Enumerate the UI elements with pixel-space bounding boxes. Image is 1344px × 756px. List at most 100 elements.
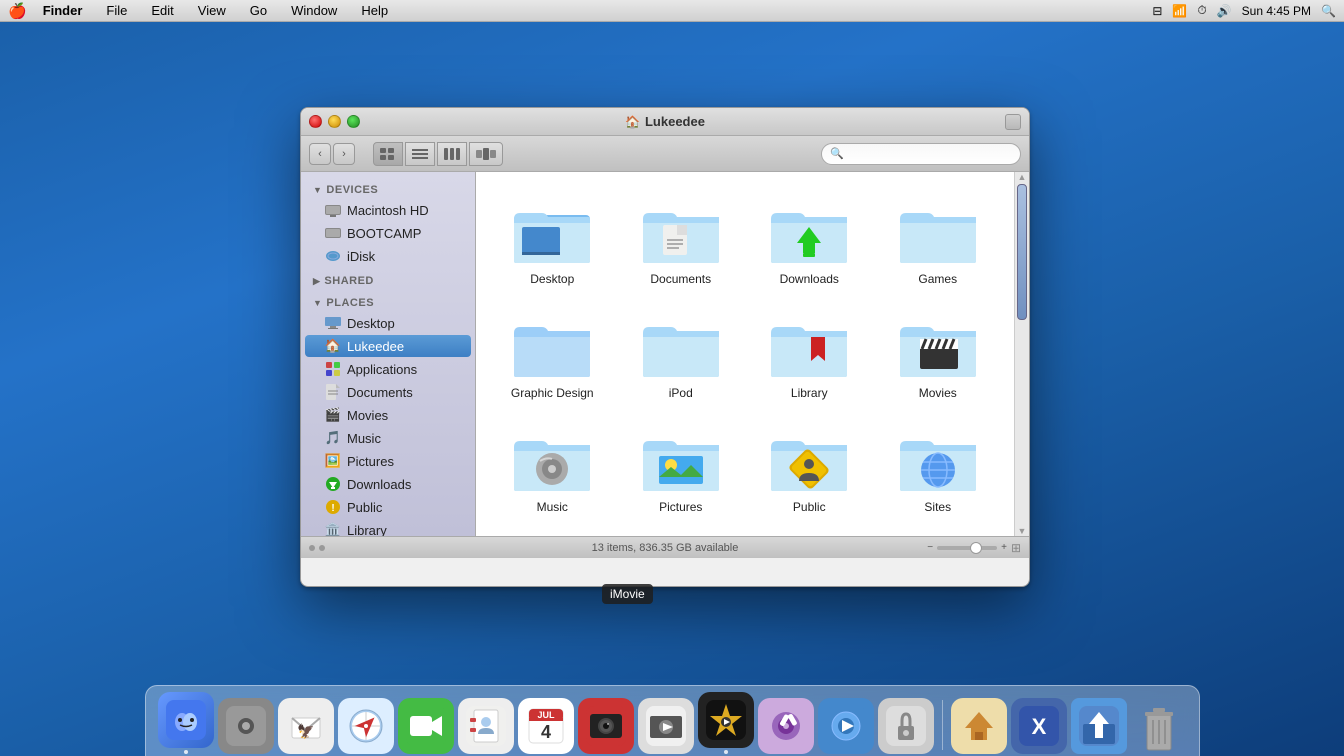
movies-file-label: Movies bbox=[919, 386, 957, 400]
file-item-graphicdesign[interactable]: Graphic Design bbox=[492, 302, 613, 408]
sidebar-item-desktop[interactable]: Desktop bbox=[305, 312, 471, 334]
forward-button[interactable]: › bbox=[333, 143, 355, 165]
menu-go[interactable]: Go bbox=[246, 3, 271, 18]
menu-file[interactable]: File bbox=[102, 3, 131, 18]
library-icon: 🏛️ bbox=[325, 522, 341, 536]
dock-item-facetime[interactable] bbox=[398, 698, 454, 754]
sidebar-item-bootcamp[interactable]: BOOTCAMP bbox=[305, 222, 471, 244]
menu-window[interactable]: Window bbox=[287, 3, 341, 18]
maximize-button[interactable] bbox=[347, 115, 360, 128]
svg-text:!: ! bbox=[331, 503, 334, 514]
facetime-dock-icon bbox=[398, 698, 454, 754]
menubar-timemachine-icon[interactable]: ⏱ bbox=[1197, 3, 1206, 18]
file-item-downloads[interactable]: Downloads bbox=[749, 188, 870, 294]
dock-item-xcode[interactable]: X bbox=[1011, 698, 1067, 754]
menu-finder[interactable]: Finder bbox=[39, 3, 87, 18]
window-controls bbox=[309, 115, 360, 128]
downloads-file-label: Downloads bbox=[780, 272, 839, 286]
dock-item-imovie[interactable] bbox=[698, 692, 754, 754]
lukeedee-icon: 🏠 bbox=[325, 338, 341, 354]
minimize-button[interactable] bbox=[328, 115, 341, 128]
sidebar-item-documents[interactable]: Documents bbox=[305, 381, 471, 403]
sidebar-item-library[interactable]: 🏛️ Library bbox=[305, 519, 471, 536]
sidebar-item-public[interactable]: ! Public bbox=[305, 496, 471, 518]
desktop-label: Desktop bbox=[347, 316, 395, 331]
back-button[interactable]: ‹ bbox=[309, 143, 331, 165]
zoom-thumb[interactable] bbox=[970, 542, 982, 554]
column-view-button[interactable] bbox=[437, 142, 467, 166]
svg-text:JUL: JUL bbox=[537, 710, 555, 720]
dock-item-downloads-stack[interactable] bbox=[1071, 698, 1127, 754]
dock-item-ical[interactable]: JUL 4 bbox=[518, 698, 574, 754]
dock-item-screenflow[interactable] bbox=[638, 698, 694, 754]
finder-dock-dot bbox=[184, 750, 188, 754]
resize-handle-icon[interactable]: ⊞ bbox=[1011, 541, 1021, 555]
file-grid: Desktop bbox=[492, 188, 998, 522]
menu-edit[interactable]: Edit bbox=[147, 3, 177, 18]
file-item-ipod[interactable]: iPod bbox=[621, 302, 742, 408]
home-icon: 🏠 bbox=[625, 115, 640, 129]
menu-view[interactable]: View bbox=[194, 3, 230, 18]
window-collapse-button[interactable] bbox=[1005, 114, 1021, 130]
list-view-button[interactable] bbox=[405, 142, 435, 166]
file-item-movies[interactable]: Movies bbox=[878, 302, 999, 408]
file-item-public[interactable]: Public bbox=[749, 416, 870, 522]
home-dock-icon bbox=[951, 698, 1007, 754]
sidebar-item-pictures[interactable]: 🖼️ Pictures bbox=[305, 450, 471, 472]
dock-item-home[interactable] bbox=[951, 698, 1007, 754]
menubar-wifi-icon[interactable]: 📶 bbox=[1172, 4, 1187, 18]
zoom-slider[interactable] bbox=[937, 546, 997, 550]
search-icon: 🔍 bbox=[830, 147, 844, 160]
dock-item-itunes[interactable] bbox=[758, 698, 814, 754]
file-item-games[interactable]: Games bbox=[878, 188, 999, 294]
dock-item-trash[interactable] bbox=[1131, 698, 1187, 754]
apple-menu[interactable]: 🍎 bbox=[8, 2, 27, 20]
file-item-sites[interactable]: Sites bbox=[878, 416, 999, 522]
pictures-folder-icon bbox=[641, 424, 721, 494]
dock-item-quicktime[interactable] bbox=[818, 698, 874, 754]
coverflow-view-button[interactable] bbox=[469, 142, 503, 166]
file-item-pictures[interactable]: Pictures bbox=[621, 416, 742, 522]
sidebar-item-lukeedee[interactable]: 🏠 Lukeedee bbox=[305, 335, 471, 357]
sidebar-item-idisk[interactable]: iDisk bbox=[305, 245, 471, 267]
menubar-search-icon[interactable]: 🔍 bbox=[1321, 4, 1336, 18]
window-title-text: Lukeedee bbox=[645, 114, 705, 129]
icon-view-button[interactable] bbox=[373, 142, 403, 166]
file-item-music[interactable]: Music bbox=[492, 416, 613, 522]
macintoshhd-label: Macintosh HD bbox=[347, 203, 429, 218]
dock-item-addressbook[interactable] bbox=[458, 698, 514, 754]
sidebar-item-movies[interactable]: 🎬 Movies bbox=[305, 404, 471, 426]
documents-file-label: Documents bbox=[650, 272, 711, 286]
file-item-library[interactable]: Library bbox=[749, 302, 870, 408]
dock-item-keychain[interactable] bbox=[878, 698, 934, 754]
close-button[interactable] bbox=[309, 115, 322, 128]
scrollbar[interactable]: ▲ ▼ bbox=[1014, 172, 1029, 536]
sidebar-item-music[interactable]: 🎵 Music bbox=[305, 427, 471, 449]
zoom-plus-icon: + bbox=[1001, 542, 1007, 553]
bootcamp-icon bbox=[325, 225, 341, 241]
menu-help[interactable]: Help bbox=[357, 3, 392, 18]
menubar-volume-icon[interactable]: 🔊 bbox=[1217, 4, 1232, 18]
file-item-desktop[interactable]: Desktop bbox=[492, 188, 613, 294]
devices-section-header[interactable]: DEVICES bbox=[301, 180, 475, 198]
search-box[interactable]: 🔍 bbox=[821, 143, 1021, 165]
dock-item-sysprefs[interactable] bbox=[218, 698, 274, 754]
main-content: DEVICES Macintosh HD BOOTCAMP bbox=[301, 172, 1029, 536]
sidebar-item-downloads[interactable]: Downloads bbox=[305, 473, 471, 495]
places-section-header[interactable]: PLACES bbox=[301, 293, 475, 311]
dock-item-mail[interactable]: 🦅 bbox=[278, 698, 334, 754]
file-item-documents[interactable]: Documents bbox=[621, 188, 742, 294]
scrollbar-thumb[interactable] bbox=[1017, 184, 1027, 320]
sidebar-item-applications[interactable]: Applications bbox=[305, 358, 471, 380]
public-icon: ! bbox=[325, 499, 341, 515]
scrollbar-track[interactable] bbox=[1017, 184, 1027, 524]
sites-file-label: Sites bbox=[924, 500, 951, 514]
shared-section-header[interactable]: SHARED bbox=[301, 271, 475, 289]
dock-item-photobooth[interactable] bbox=[578, 698, 634, 754]
sidebar-item-macintoshhd[interactable]: Macintosh HD bbox=[305, 199, 471, 221]
dock-item-finder[interactable] bbox=[158, 692, 214, 754]
documents-label: Documents bbox=[347, 385, 413, 400]
dock-container: iMovie bbox=[0, 685, 1344, 756]
dock-item-safari[interactable] bbox=[338, 698, 394, 754]
menubar: 🍎 Finder File Edit View Go Window Help ⊟… bbox=[0, 0, 1344, 22]
